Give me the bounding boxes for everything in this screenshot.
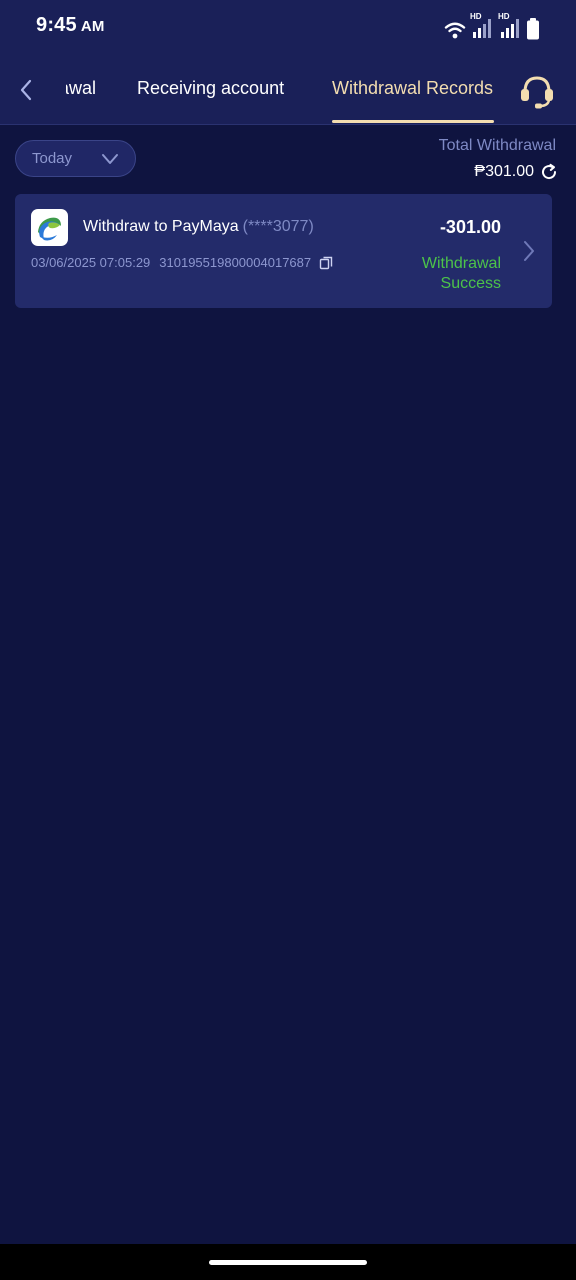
date-filter-value: Today	[32, 150, 73, 167]
status-time: 9:45 AM	[36, 14, 105, 37]
record-title: Withdraw to PayMaya (****3077)	[83, 218, 314, 236]
record-meta: 03/06/2025 07:05:29 3101955198000040176​…	[31, 255, 333, 270]
copy-icon[interactable]	[319, 256, 333, 270]
record-amount: -301.00	[439, 217, 501, 237]
home-indicator[interactable]	[209, 1260, 367, 1265]
refresh-icon[interactable]	[540, 163, 558, 181]
tab-withdrawal-records-label: Withdrawal Records	[332, 78, 494, 98]
chevron-right-icon	[524, 241, 534, 261]
chevron-down-icon	[102, 154, 118, 164]
tab-withdrawal-label: Withdrawal	[66, 78, 96, 98]
top-navigation: Withdrawal Receiving account Withdrawal …	[0, 56, 576, 125]
status-bar: 9:45 AM HD HD	[0, 0, 576, 56]
total-withdrawal-row: ₱301.00	[474, 163, 558, 181]
withdrawal-record-card[interactable]: Withdraw to PayMaya (****3077) 03/06/2025…	[15, 194, 552, 308]
wifi-icon	[444, 22, 466, 39]
tab-receiving-account-label: Receiving account	[137, 78, 285, 98]
system-navigation-bar	[0, 1244, 576, 1280]
headset-icon	[521, 76, 553, 109]
total-withdrawal-label: Total Withdrawal	[438, 137, 556, 154]
back-button[interactable]	[10, 74, 42, 106]
status-icons: HD HD	[444, 12, 540, 40]
cell-signal-2-icon: HD	[498, 12, 522, 40]
date-filter-dropdown[interactable]: Today	[15, 140, 136, 177]
record-status-badge: Withdrawal Success	[421, 255, 501, 292]
paymaya-logo-icon	[31, 209, 68, 246]
tab-withdrawal[interactable]: Withdrawal	[66, 78, 96, 99]
total-withdrawal-amount: ₱301.00	[474, 163, 534, 180]
active-tab-indicator	[332, 120, 494, 123]
tab-withdrawal-records[interactable]: Withdrawal Records	[332, 78, 493, 99]
cell-signal-1-icon: HD	[470, 12, 494, 40]
battery-icon	[527, 18, 539, 40]
status-time-value: 9:45	[36, 14, 77, 36]
status-time-ampm: AM	[80, 18, 105, 35]
customer-support-button[interactable]	[518, 72, 556, 110]
record-account-masked: (****3077)	[242, 218, 314, 235]
chevron-left-icon	[20, 79, 32, 101]
record-datetime: 03/06/2025 07:05:29	[31, 255, 151, 270]
record-method: Withdraw to PayMaya	[83, 218, 239, 235]
record-order-id: 3101955198000040176​87	[159, 255, 312, 270]
tab-receiving-account[interactable]: Receiving account	[137, 78, 284, 99]
